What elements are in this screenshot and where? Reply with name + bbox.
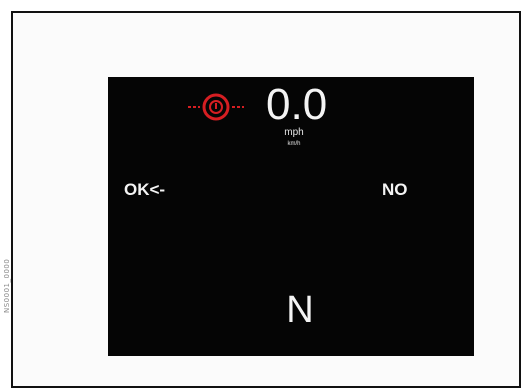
speed-unit-kmh: km/h	[287, 141, 301, 147]
speed-unit-mph: mph	[284, 127, 304, 138]
gear-indicator: N	[286, 289, 314, 331]
side-caption: NS0001_0000	[3, 258, 11, 313]
speed-value: 0.0	[266, 80, 328, 129]
option-ok-selected[interactable]: OK<-	[124, 180, 165, 200]
figure-frame: NS0001_0000 0.0 mph km/h OK<- NO N	[3, 11, 521, 388]
instrument-display: 0.0 mph km/h OK<- NO N	[108, 77, 474, 356]
option-no[interactable]: NO	[382, 180, 408, 200]
engine-warning-icon	[186, 92, 246, 122]
